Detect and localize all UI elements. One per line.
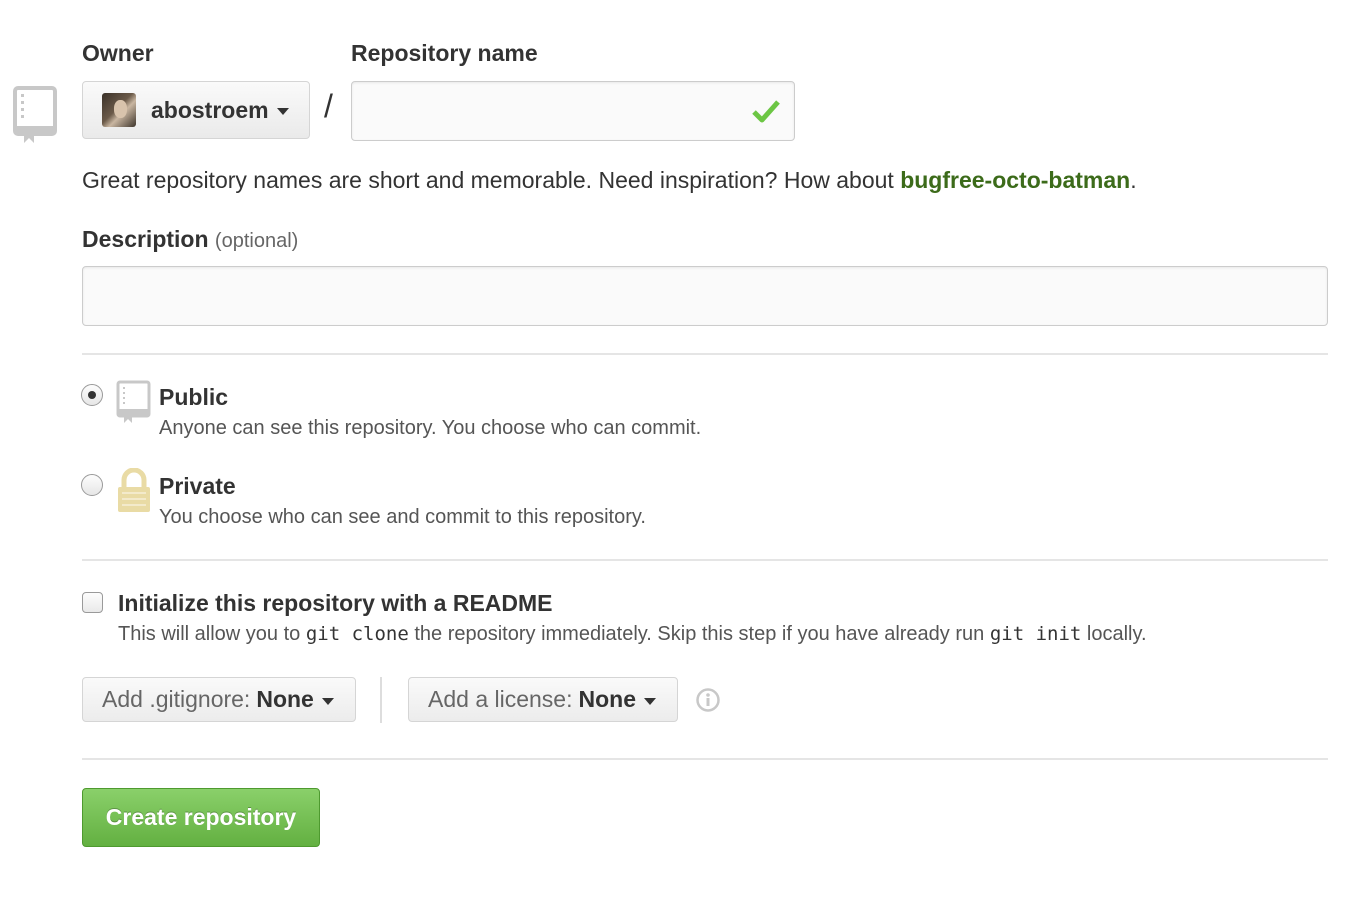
- divider: [82, 353, 1328, 355]
- license-value: None: [578, 686, 636, 712]
- readme-checkbox[interactable]: [82, 592, 103, 613]
- repository-name-label: Repository name: [351, 40, 538, 66]
- readme-code-init: git init: [989, 623, 1082, 645]
- gitignore-value: None: [256, 686, 314, 712]
- name-suggestion-link[interactable]: bugfree-octo-batman: [900, 167, 1130, 193]
- owner-repo-separator: /: [324, 88, 333, 124]
- check-icon: [752, 100, 780, 123]
- public-radio[interactable]: [81, 384, 103, 406]
- owner-label: Owner: [82, 40, 154, 66]
- private-radio[interactable]: [81, 474, 103, 496]
- description-label: Description (optional): [82, 226, 298, 253]
- divider: [82, 758, 1328, 760]
- caret-down-icon: [276, 108, 289, 115]
- lock-icon: [116, 467, 152, 514]
- readme-title: Initialize this repository with a README: [118, 590, 553, 616]
- gitignore-label: Add .gitignore:: [102, 686, 251, 712]
- readme-desc-part1: This will allow you to: [118, 623, 306, 645]
- private-description: You choose who can see and commit to thi…: [159, 506, 646, 528]
- repo-icon: [12, 86, 58, 144]
- repo-icon: [116, 380, 152, 424]
- gitignore-select-button[interactable]: Add .gitignore: None: [82, 677, 356, 722]
- readme-desc-part2: the repository immediately. Skip this st…: [408, 623, 990, 645]
- hint-text: Great repository names are short and mem…: [82, 167, 901, 193]
- owner-select-button[interactable]: abostroem: [82, 81, 310, 139]
- readme-desc-part3: locally.: [1081, 623, 1147, 645]
- repository-name-field[interactable]: [351, 81, 795, 141]
- vertical-separator: [380, 677, 382, 723]
- optional-note: (optional): [214, 230, 299, 252]
- readme-description: This will allow you to git clone the rep…: [118, 623, 1147, 646]
- caret-down-icon: [321, 697, 334, 705]
- repository-name-input[interactable]: [352, 82, 756, 138]
- license-select-button[interactable]: Add a license: None: [408, 677, 678, 722]
- owner-name: abostroem: [151, 96, 269, 123]
- private-title: Private: [159, 473, 236, 499]
- radio-selected-dot: [88, 391, 96, 399]
- description-field[interactable]: [82, 266, 1328, 326]
- divider: [82, 559, 1328, 561]
- license-label: Add a license:: [428, 686, 573, 712]
- caret-down-icon: [643, 697, 656, 705]
- readme-code-clone: git clone: [305, 623, 409, 645]
- public-title: Public: [159, 384, 229, 410]
- create-repository-button[interactable]: Create repository: [82, 788, 320, 847]
- repository-name-hint: Great repository names are short and mem…: [82, 167, 1137, 194]
- public-description: Anyone can see this repository. You choo…: [159, 417, 702, 439]
- info-icon[interactable]: [696, 688, 720, 712]
- description-input[interactable]: [83, 267, 1311, 323]
- hint-suffix: .: [1130, 167, 1137, 193]
- avatar: [102, 93, 136, 127]
- description-label-text: Description: [82, 226, 209, 252]
